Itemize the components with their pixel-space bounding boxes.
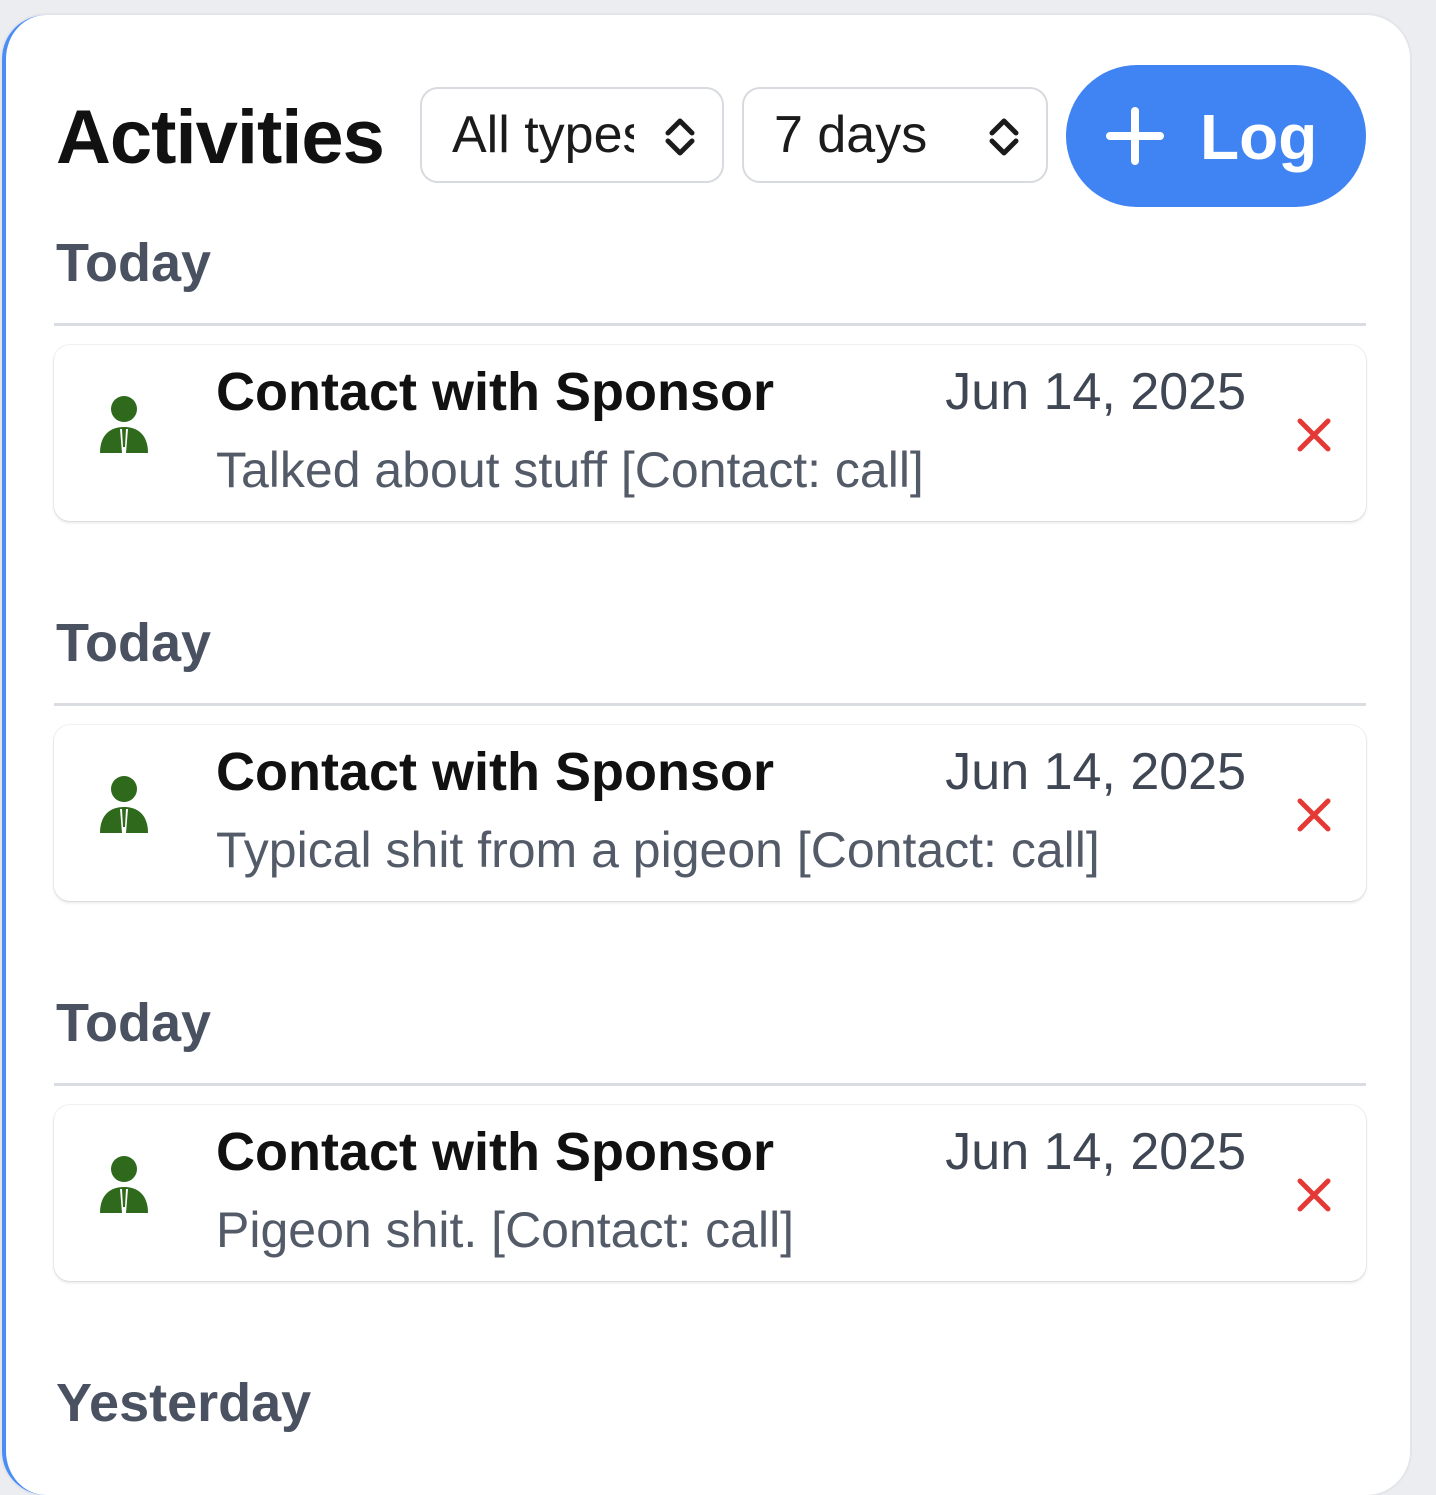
activity-title: Contact with Sponsor [216,742,774,802]
activity-title: Contact with Sponsor [216,362,774,422]
activity-description: Typical shit from a pigeon [Contact: cal… [216,822,1100,878]
plus-icon [1106,107,1164,165]
group-divider [54,703,1366,706]
group-label-today: Today [56,613,212,673]
activity-date: Jun 14, 2025 [945,363,1246,421]
activity-card[interactable]: Contact with Sponsor Jun 14, 2025 Talked… [54,345,1366,521]
activity-date: Jun 14, 2025 [945,1123,1246,1181]
type-filter-value: All types [452,106,634,164]
activity-card[interactable]: Contact with Sponsor Jun 14, 2025 Typica… [54,725,1366,901]
activity-card[interactable]: Contact with Sponsor Jun 14, 2025 Pigeon… [54,1105,1366,1281]
person-icon [100,776,148,833]
log-activity-button[interactable]: Log [1066,65,1366,207]
activity-title: Contact with Sponsor [216,1122,774,1182]
activity-description: Pigeon shit. [Contact: call] [216,1202,795,1258]
group-label-today: Today [56,233,212,293]
chevron-up-down-icon [989,118,1019,156]
activity-description: Talked about stuff [Contact: call] [216,442,924,498]
activities-header: Activities All types 7 days Log [6,15,1410,245]
group-divider [54,323,1366,326]
range-filter-value: 7 days [774,106,928,164]
group-label-yesterday: Yesterday [56,1373,312,1433]
activity-date: Jun 14, 2025 [945,743,1246,801]
type-filter-select[interactable]: All types [420,87,724,183]
group-label-today: Today [56,993,212,1053]
range-filter-select[interactable]: 7 days [742,87,1048,183]
chevron-up-down-icon [665,118,695,156]
activities-panel: Activities All types 7 days Log Today Co… [2,15,1410,1495]
person-icon [100,1156,148,1213]
page-title: Activities [56,95,385,180]
delete-icon[interactable] [1294,795,1334,835]
group-divider [54,1083,1366,1086]
delete-icon[interactable] [1294,415,1334,455]
person-icon [100,396,148,453]
delete-icon[interactable] [1294,1175,1334,1215]
log-button-label: Log [1200,101,1318,173]
